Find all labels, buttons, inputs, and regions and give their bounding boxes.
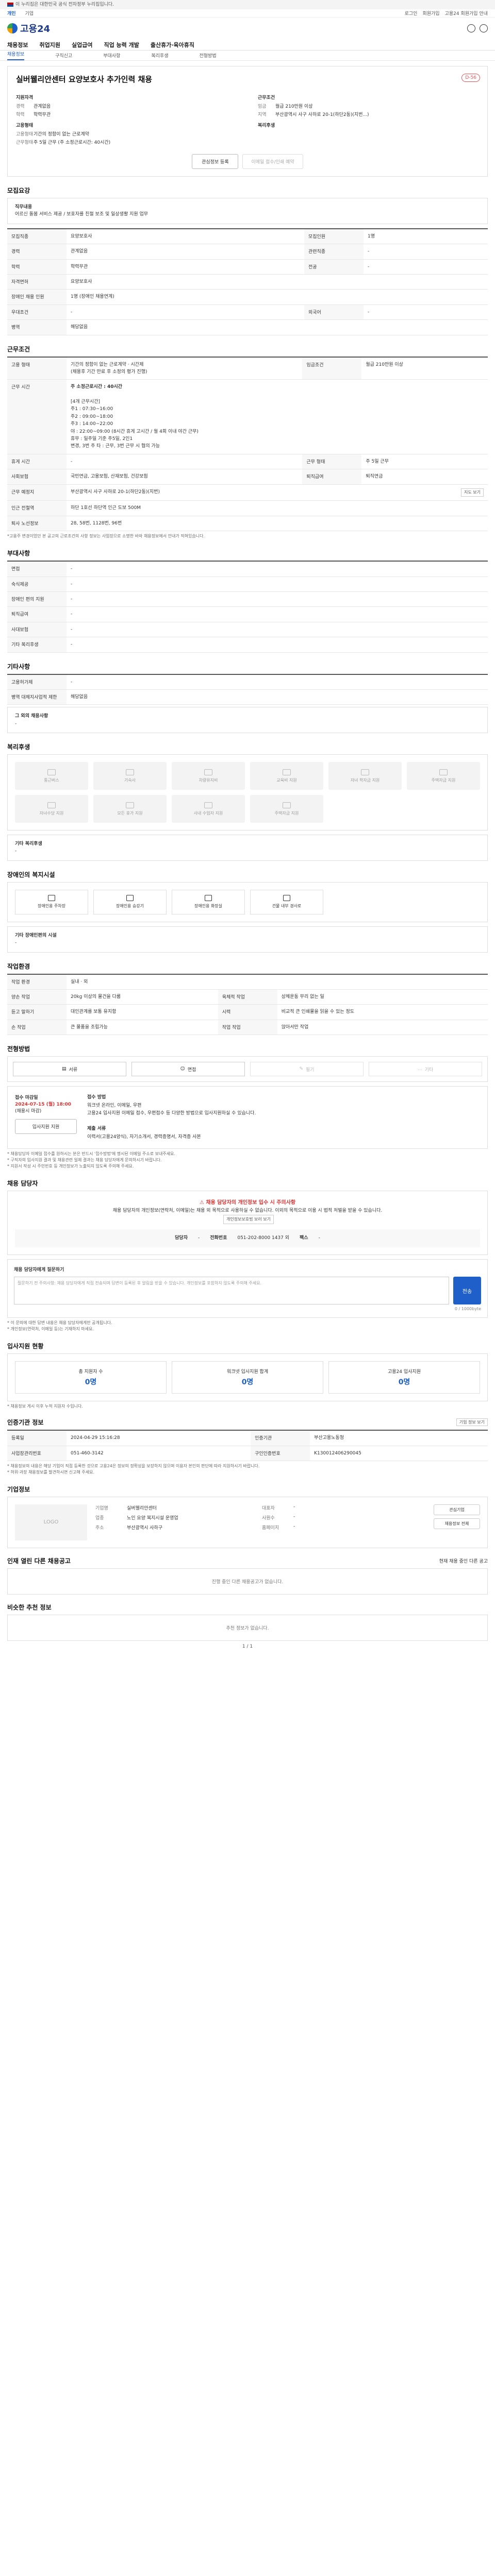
warning-icon: ⚠ [199, 1199, 204, 1206]
book-icon [283, 769, 291, 775]
signup-link[interactable]: 회원가입 [422, 10, 439, 16]
section-tabs: 채용정보 구직신고 부대사항 복리후생 전형방법 [0, 50, 495, 61]
facility-item: 장애인용 승강기 [93, 889, 167, 914]
pager[interactable]: 1 / 1 [7, 1644, 488, 1649]
doc-icon: ▤ [61, 1066, 67, 1072]
facility-item: 장애인용 화장실 [172, 889, 245, 914]
ramp-icon [283, 895, 290, 902]
bus-icon [47, 769, 56, 775]
etc-icon: … [417, 1066, 422, 1072]
welfare-item: 차량유지비 [172, 762, 245, 790]
method-doc: ▤ 서류 [13, 1062, 126, 1077]
site-logo[interactable]: 고용24 [7, 22, 50, 35]
flag-icon [7, 3, 13, 7]
apply-button[interactable]: 입사지원 지원 [15, 1119, 77, 1134]
search-icon[interactable] [467, 24, 475, 32]
method-interview: ☺ 면접 [131, 1062, 245, 1077]
map-button[interactable]: 지도 보기 [461, 488, 484, 497]
method-written: ✎ 필기 [250, 1062, 364, 1077]
pen-icon: ✎ [299, 1066, 303, 1072]
qa-textarea[interactable]: 질문하기 전 주의사항: 채용 담당자에게 직접 전송되며 답변이 등록된 후 … [14, 1277, 449, 1305]
login-link[interactable]: 로그인 [405, 10, 418, 16]
child-icon [47, 802, 56, 808]
welfare-item: 교육비 지원 [250, 762, 323, 790]
top-bar: 개인 기업 로그인 회원가입 고용24 회원가입 안내 [0, 9, 495, 18]
method-row: ▤ 서류 ☺ 면접 ✎ 필기 … 기타 [7, 1056, 488, 1082]
welfare-item: 사내 수업자 지원 [172, 795, 245, 823]
recommend-empty: 추천 정보가 없습니다. [7, 1614, 488, 1641]
extra-table: 면접 - 숙식제공 - 장애인 편의 지원 - 퇴직급여 - 사대보험 - 기타 복리후생… [7, 561, 488, 653]
class-icon [204, 802, 212, 808]
email-apply-button[interactable]: 이메일 접수/인쇄 예약 [242, 154, 303, 169]
privacy-guide: ⚠ 채용 담당자의 개인정보 입수 시 주의사항 채용 담당자의 개인정보(연락… [7, 1190, 488, 1256]
recruit-title: 모집요강 [7, 187, 30, 194]
tab-extra[interactable]: 부대사항 [103, 52, 120, 59]
process-table: 작업 환경 실내 · 외 양손 작업 20kg 이상의 물건을 다룸 육체적 작업 상체… [7, 973, 488, 1036]
nav-support[interactable]: 취업지원 [39, 41, 60, 49]
elevator-icon [126, 895, 134, 902]
stat-item: 워크넷 입사지원 합계 0명 [172, 1361, 323, 1394]
nav-leave[interactable]: 출산휴가·육아휴직 [151, 41, 194, 49]
work-table: 고용 형태 기간의 정함이 없는 근로계약 · 시간제 (채용후 기간 만료 후 소… [7, 356, 488, 532]
main-nav: 채용정보 취업지원 실업급여 직업 능력 개발 출산휴가·육아휴직 [0, 39, 495, 50]
qa-box: 채용 담당자에게 질문하기 질문하기 전 주의사항: 채용 담당자에게 직접 전… [7, 1259, 488, 1318]
nav-jobs[interactable]: 채용정보 [7, 41, 28, 49]
stats-row: 총 지원자 수 0명 워크넷 입사지원 합계 0명 고용24 입사지원 0명 [7, 1353, 488, 1402]
parking-icon [48, 895, 55, 902]
signup-guide-link[interactable]: 고용24 회원가입 안내 [445, 10, 488, 16]
person-icon: ☺ [180, 1066, 185, 1072]
privacy-law-button[interactable]: 개인정보보호법 보러 보기 [223, 1215, 274, 1224]
tab-recruit[interactable]: 채용정보 [7, 50, 25, 60]
car-icon [204, 769, 212, 775]
welfare-item: 통근버스 [15, 762, 88, 790]
other-jobs-empty: 진행 중인 다른 채용공고가 없습니다. [7, 1568, 488, 1595]
facility-item: 장애인용 주차장 [15, 889, 88, 914]
method-etc: … 기타 [369, 1062, 482, 1077]
header: 고용24 [0, 18, 495, 39]
other-table: 고용허가제 - 병역 대체지사업적 제한 해당없음 [7, 673, 488, 705]
tab-company[interactable]: 기업 [25, 10, 34, 16]
disabled-grid: 장애인용 주차장 장애인용 승강기 장애인용 화장실 건물 내부 경사로 [7, 882, 488, 922]
work-title: 근무조건 [7, 345, 30, 353]
fav-corp-button[interactable]: 관심기업 [434, 1504, 480, 1515]
corp-box: LOGO 기업명 실버웰리안센터 대표자 - 업종 노인 요양 복지시설 운영업 사원수 -… [7, 1496, 488, 1548]
qa-send-button[interactable]: 전송 [453, 1277, 481, 1305]
welfare-item: 자녀 학자금 지원 [328, 762, 402, 790]
welfare-item: 기숙사 [93, 762, 167, 790]
menu-icon[interactable] [480, 24, 488, 32]
welfare-item: 주택자금 지원 [250, 795, 323, 823]
nav-unemployment[interactable]: 실업급여 [72, 41, 92, 49]
welfare-grid: 통근버스 기숙사 차량유지비 교육비 지원 자녀 학자금 지원 주택자금 지원 … [7, 754, 488, 831]
tab-welfare[interactable]: 복리후생 [151, 52, 168, 59]
welfare-item: 주택자금 지원 [407, 762, 480, 790]
apply-box: 접수 마감일 2024-07-15 (월) 18:00 (채용시 마감) 입사지원 지… [7, 1086, 488, 1149]
job-title: 실버웰리안센터 요양보호사 추가인력 채용 [16, 75, 153, 84]
tab-method[interactable]: 전형방법 [200, 52, 217, 59]
job-summary-card: 실버웰리안센터 요양보호사 추가인력 채용 D-56 지원자격 경력 관계없음 학… [7, 66, 488, 177]
welfare-item: 자녀수당 지원 [15, 795, 88, 823]
gov-banner: 이 누리집은 대한민국 공식 전자정부 누리집입니다. [0, 0, 495, 9]
money-icon [283, 802, 291, 808]
logo-icon [7, 23, 18, 33]
dday-badge: D-56 [461, 74, 480, 82]
dorm-icon [126, 769, 134, 775]
calendar-icon [126, 802, 134, 808]
tab-personal[interactable]: 개인 [7, 10, 16, 16]
corp-logo: LOGO [15, 1504, 87, 1540]
stat-item: 고용24 입사지원 0명 [328, 1361, 480, 1394]
welfare-item: 모든 휴가 지원 [93, 795, 167, 823]
corp-jobs-button[interactable]: 채용정보 전체 [434, 1518, 480, 1529]
facility-item: 건물 내부 경사로 [250, 889, 323, 914]
duty-box: 직무내용 어르신 돌봄 서비스 제공 / 보호자를 친절 보조 및 일상생활 지원… [7, 198, 488, 224]
toilet-icon [205, 895, 212, 902]
nav-training[interactable]: 직업 능력 개발 [104, 41, 139, 49]
scrap-button[interactable]: 관심정보 등록 [192, 154, 239, 169]
cap-icon [361, 769, 369, 775]
stat-item: 총 지원자 수 0명 [15, 1361, 167, 1394]
recruit-table: 모집직종 요양보호사 모집인원 1명 경력 관계없음 관련직종 - 학력 학력무관 전공 - 자격… [7, 228, 488, 335]
corp-info-button[interactable]: 기업 정보 보기 [456, 1418, 488, 1427]
tab-register[interactable]: 구직신고 [55, 52, 72, 59]
meta-table: 등록일 2024-04-29 15:16:28 인증기관 부산고용노동청 사업장관리번… [7, 1430, 488, 1461]
house-icon [439, 769, 448, 775]
